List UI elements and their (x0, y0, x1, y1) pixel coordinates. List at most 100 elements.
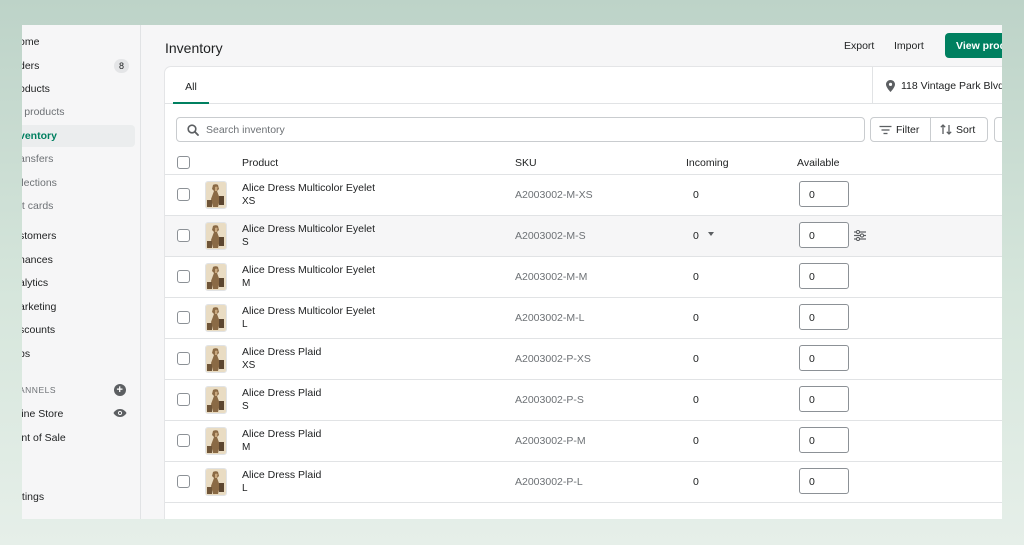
table-row[interactable]: Alice Dress Multicolor Eyelet L A2003002-M… (165, 298, 1002, 339)
adjust-quantity-icon[interactable] (854, 230, 866, 241)
location-selector[interactable]: 118 Vintage Park Blvd (872, 67, 1002, 104)
product-name-link[interactable]: Alice Dress Plaid (242, 469, 321, 481)
table-body: Alice Dress Multicolor Eyelet XS A2003002-… (165, 175, 1002, 503)
available-quantity-input[interactable]: 0 (799, 345, 849, 371)
import-button[interactable]: Import (894, 40, 924, 52)
sidebar-item-label: stomers (22, 230, 57, 242)
add-channel-icon[interactable]: + (114, 384, 126, 396)
row-checkbox[interactable] (177, 270, 190, 283)
sidebar-item-gift-cards[interactable]: ft cards (22, 195, 135, 217)
row-checkbox[interactable] (177, 229, 190, 242)
product-thumbnail (205, 345, 227, 373)
row-checkbox[interactable] (177, 311, 190, 324)
filter-button[interactable]: Filter (870, 117, 931, 142)
sku-value: A2003002-M-L (515, 312, 585, 324)
search-icon (187, 123, 199, 136)
row-checkbox[interactable] (177, 475, 190, 488)
product-thumbnail (205, 304, 227, 332)
available-quantity-input[interactable]: 0 (799, 263, 849, 289)
sidebar-item-all-products[interactable]: l products (22, 101, 135, 123)
select-all-checkbox[interactable] (177, 156, 190, 169)
sidebar-item-products[interactable]: oducts (22, 78, 135, 100)
sidebar-item-finances[interactable]: nances (22, 249, 135, 271)
incoming-value: 0 (693, 312, 699, 324)
product-thumbnail (205, 222, 227, 250)
product-name-link[interactable]: Alice Dress Multicolor Eyelet (242, 264, 375, 276)
sidebar-item-transfers[interactable]: ansfers (22, 148, 135, 170)
sidebar-item-orders[interactable]: ders 8 (22, 55, 135, 77)
available-quantity-input[interactable]: 0 (799, 468, 849, 494)
sidebar-item-analytics[interactable]: alytics (22, 272, 135, 294)
view-products-button[interactable]: View products (945, 33, 1002, 58)
table-row[interactable]: Alice Dress Multicolor Eyelet M A2003002-M… (165, 257, 1002, 298)
sidebar-item-discounts[interactable]: scounts (22, 319, 135, 341)
sidebar-item-customers[interactable]: stomers (22, 225, 135, 247)
search-input[interactable] (206, 123, 806, 136)
tab-all[interactable]: All (173, 67, 209, 104)
sort-icon (940, 124, 952, 135)
tab-bar: All 118 Vintage Park Blvd (165, 67, 1002, 104)
table-row[interactable]: Alice Dress Plaid S A2003002-P-S 0 0 (165, 380, 1002, 421)
row-checkbox[interactable] (177, 393, 190, 406)
inventory-card: All 118 Vintage Park Blvd Filter Sort (165, 67, 1002, 519)
incoming-value: 0 (693, 435, 699, 447)
product-name-link[interactable]: Alice Dress Plaid (242, 346, 321, 358)
search-field[interactable] (176, 117, 865, 142)
row-checkbox[interactable] (177, 188, 190, 201)
product-thumbnail (205, 263, 227, 291)
eye-icon[interactable] (113, 408, 127, 418)
sales-channels-label: ANNELS (22, 385, 57, 395)
product-thumbnail (205, 181, 227, 209)
available-quantity-input[interactable]: 0 (799, 304, 849, 330)
sidebar-item-label: ventory (22, 130, 57, 142)
product-name-link[interactable]: Alice Dress Multicolor Eyelet (242, 182, 375, 194)
more-options-button[interactable] (994, 117, 1002, 142)
sidebar-item-label: oducts (22, 83, 50, 95)
inventory-table: Product SKU Incoming Available Alice Dre… (165, 151, 1002, 503)
sidebar-item-label: ome (22, 36, 40, 48)
sidebar-item-settings[interactable]: ttings (22, 486, 135, 508)
sidebar-item-point-of-sale[interactable]: int of Sale (22, 427, 135, 449)
sidebar-item-online-store[interactable]: line Store (22, 403, 135, 425)
available-quantity-input[interactable]: 0 (799, 222, 849, 248)
sidebar-item-collections[interactable]: llections (22, 172, 135, 194)
sidebar-item-apps[interactable]: ps (22, 343, 135, 365)
incoming-value: 0 (693, 230, 699, 242)
product-variant: M (242, 442, 251, 453)
sort-label: Sort (956, 123, 976, 136)
product-variant: S (242, 237, 249, 248)
location-label: 118 Vintage Park Blvd (901, 79, 1002, 92)
product-name-link[interactable]: Alice Dress Multicolor Eyelet (242, 305, 375, 317)
incoming-value: 0 (693, 189, 699, 201)
product-thumbnail (205, 468, 227, 496)
product-variant: S (242, 401, 249, 412)
sidebar-item-inventory[interactable]: ventory (22, 125, 135, 147)
table-row[interactable]: Alice Dress Multicolor Eyelet S A2003002-M… (165, 216, 1002, 257)
column-header-incoming: Incoming (686, 157, 729, 169)
sidebar-item-home[interactable]: ome (22, 31, 135, 53)
incoming-dropdown-icon[interactable] (708, 232, 714, 236)
orders-count-badge: 8 (114, 59, 129, 73)
product-name-link[interactable]: Alice Dress Multicolor Eyelet (242, 223, 375, 235)
table-row[interactable]: Alice Dress Plaid XS A2003002-P-XS 0 0 (165, 339, 1002, 380)
sidebar-item-label: line Store (22, 408, 64, 420)
export-button[interactable]: Export (844, 40, 874, 52)
row-checkbox[interactable] (177, 352, 190, 365)
sidebar-item-label: ders (22, 60, 40, 72)
product-name-link[interactable]: Alice Dress Plaid (242, 428, 321, 440)
sort-button[interactable]: Sort (930, 117, 988, 142)
table-row[interactable]: Alice Dress Plaid L A2003002-P-L 0 0 (165, 462, 1002, 503)
sidebar-item-marketing[interactable]: arketing (22, 296, 135, 318)
location-pin-icon (886, 79, 895, 92)
table-row[interactable]: Alice Dress Multicolor Eyelet XS A2003002-… (165, 175, 1002, 216)
product-name-link[interactable]: Alice Dress Plaid (242, 387, 321, 399)
sidebar: ome ders 8 oducts l products ventory ansf… (22, 25, 141, 519)
table-row[interactable]: Alice Dress Plaid M A2003002-P-M 0 0 (165, 421, 1002, 462)
available-quantity-input[interactable]: 0 (799, 427, 849, 453)
row-checkbox[interactable] (177, 434, 190, 447)
incoming-value: 0 (693, 394, 699, 406)
available-quantity-input[interactable]: 0 (799, 386, 849, 412)
sidebar-item-label: int of Sale (22, 432, 66, 444)
available-quantity-input[interactable]: 0 (799, 181, 849, 207)
sidebar-item-label: scounts (22, 324, 56, 336)
